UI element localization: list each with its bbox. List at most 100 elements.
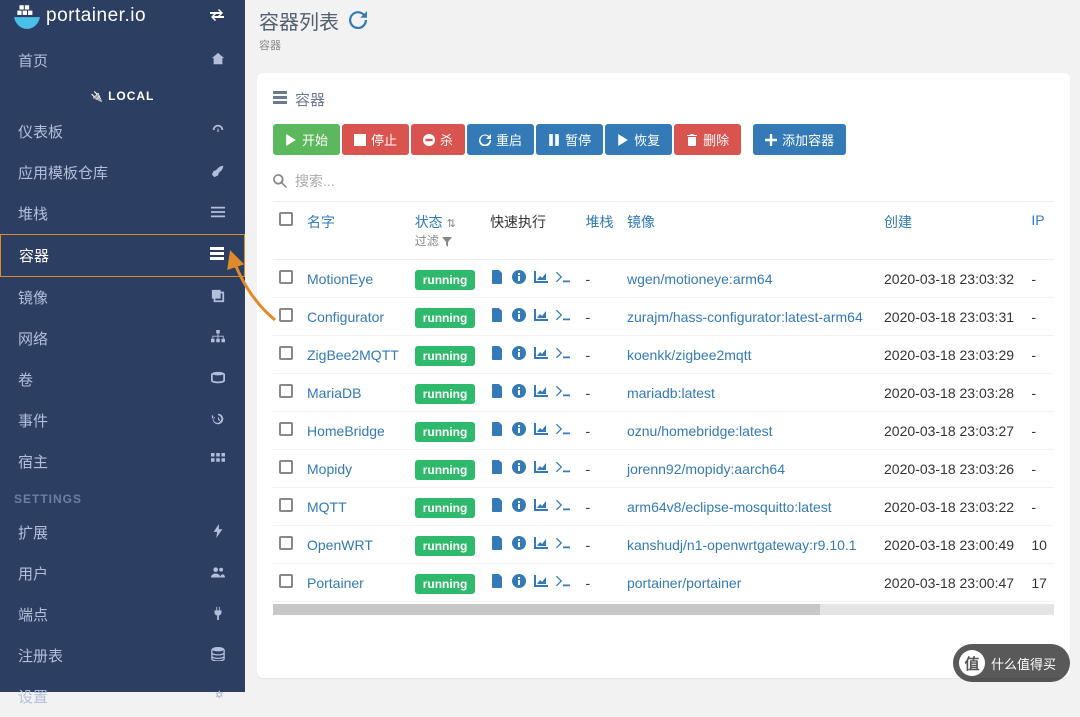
console-icon[interactable] (556, 270, 570, 287)
console-icon[interactable] (556, 498, 570, 515)
container-name-link[interactable]: Configurator (301, 298, 409, 336)
sidebar-item-rocket[interactable]: 应用模板仓库 (0, 152, 245, 193)
image-link[interactable]: zurajm/hass-configurator:latest-arm64 (621, 298, 878, 336)
row-checkbox[interactable] (279, 270, 293, 284)
row-checkbox[interactable] (279, 460, 293, 474)
col-ip[interactable]: IP (1025, 202, 1054, 260)
sidebar-item-users[interactable]: 用户 (0, 553, 245, 594)
inspect-icon[interactable] (512, 270, 526, 287)
logs-icon[interactable] (490, 270, 504, 287)
container-name-link[interactable]: HomeBridge (301, 412, 409, 450)
remove-button[interactable]: 删除 (674, 124, 741, 155)
container-name-link[interactable]: MQTT (301, 488, 409, 526)
sidebar-item-bolt[interactable]: 扩展 (0, 512, 245, 553)
col-created[interactable]: 创建 (878, 202, 1025, 260)
col-stack[interactable]: 堆栈 (580, 202, 621, 260)
search-input[interactable] (295, 173, 595, 189)
sidebar-item-list[interactable]: 堆栈 (0, 193, 245, 234)
console-icon[interactable] (556, 346, 570, 363)
sidebar-item-hdd[interactable]: 卷 (0, 359, 245, 400)
stop-button[interactable]: 停止 (342, 124, 409, 155)
image-link[interactable]: portainer/portainer (621, 564, 878, 602)
row-checkbox[interactable] (279, 422, 293, 436)
sidebar-item-home[interactable]: 首页 (0, 40, 245, 81)
console-icon[interactable] (556, 536, 570, 553)
start-button[interactable]: 开始 (273, 124, 340, 155)
stats-icon[interactable] (534, 460, 548, 477)
logs-icon[interactable] (490, 422, 504, 439)
image-link[interactable]: kanshudj/n1-openwrtgateway:r9.10.1 (621, 526, 878, 564)
console-icon[interactable] (556, 384, 570, 401)
sidebar-item-database[interactable]: 注册表 (0, 635, 245, 676)
swap-icon[interactable] (209, 7, 231, 26)
logs-icon[interactable] (490, 574, 504, 591)
console-icon[interactable] (556, 574, 570, 591)
horizontal-scrollbar[interactable] (273, 604, 1054, 615)
sidebar-item-bars[interactable]: 容器 (0, 234, 245, 277)
row-checkbox[interactable] (279, 346, 293, 360)
stats-icon[interactable] (534, 308, 548, 325)
container-name-link[interactable]: Portainer (301, 564, 409, 602)
inspect-icon[interactable] (512, 498, 526, 515)
sidebar-item-history[interactable]: 事件 (0, 400, 245, 441)
refresh-icon[interactable] (349, 13, 367, 33)
add-container-button[interactable]: 添加容器 (753, 124, 846, 155)
pause-button[interactable]: 暂停 (536, 124, 603, 155)
col-image[interactable]: 镜像 (621, 202, 878, 260)
inspect-icon[interactable] (512, 460, 526, 477)
image-link[interactable]: wgen/motioneye:arm64 (621, 260, 878, 298)
filter-icon[interactable] (442, 237, 452, 247)
row-checkbox[interactable] (279, 536, 293, 550)
container-name-link[interactable]: ZigBee2MQTT (301, 336, 409, 374)
sidebar-item-plug[interactable]: 端点 (0, 594, 245, 635)
sidebar-item-th[interactable]: 宿主 (0, 441, 245, 482)
image-link[interactable]: oznu/homebridge:latest (621, 412, 878, 450)
stats-icon[interactable] (534, 574, 548, 591)
container-name-link[interactable]: OpenWRT (301, 526, 409, 564)
restart-button[interactable]: 重启 (467, 124, 534, 155)
logs-icon[interactable] (490, 460, 504, 477)
sidebar-item-dashboard[interactable]: 仪表板 (0, 111, 245, 152)
row-checkbox[interactable] (279, 498, 293, 512)
sidebar-item-clone[interactable]: 镜像 (0, 277, 245, 318)
image-link[interactable]: mariadb:latest (621, 374, 878, 412)
col-name[interactable]: 名字 (301, 202, 409, 260)
image-link[interactable]: jorenn92/mopidy:aarch64 (621, 450, 878, 488)
console-icon[interactable] (556, 308, 570, 325)
inspect-icon[interactable] (512, 308, 526, 325)
inspect-icon[interactable] (512, 346, 526, 363)
stats-icon[interactable] (534, 422, 548, 439)
stats-icon[interactable] (534, 536, 548, 553)
inspect-icon[interactable] (512, 574, 526, 591)
console-icon[interactable] (556, 460, 570, 477)
row-checkbox[interactable] (279, 574, 293, 588)
row-checkbox[interactable] (279, 384, 293, 398)
sidebar-item-sitemap[interactable]: 网络 (0, 318, 245, 359)
resume-button[interactable]: 恢复 (605, 124, 672, 155)
container-name-link[interactable]: MariaDB (301, 374, 409, 412)
stats-icon[interactable] (534, 346, 548, 363)
container-name-link[interactable]: MotionEye (301, 260, 409, 298)
logs-icon[interactable] (490, 308, 504, 325)
stats-icon[interactable] (534, 270, 548, 287)
row-checkbox[interactable] (279, 308, 293, 322)
console-icon[interactable] (556, 422, 570, 439)
stats-icon[interactable] (534, 498, 548, 515)
select-all-checkbox[interactable] (279, 212, 293, 226)
logs-icon[interactable] (490, 346, 504, 363)
inspect-icon[interactable] (512, 422, 526, 439)
col-state[interactable]: 状态 ⇅过滤 (409, 202, 484, 260)
table-row: OpenWRTrunning-kanshudj/n1-openwrtgatewa… (273, 526, 1054, 564)
logs-icon[interactable] (490, 498, 504, 515)
logs-icon[interactable] (490, 384, 504, 401)
container-name-link[interactable]: Mopidy (301, 450, 409, 488)
image-link[interactable]: koenkk/zigbee2mqtt (621, 336, 878, 374)
sidebar-item-cogs[interactable]: 设置 (0, 676, 245, 717)
brand-logo[interactable]: portainer.io (0, 0, 245, 40)
inspect-icon[interactable] (512, 384, 526, 401)
image-link[interactable]: arm64v8/eclipse-mosquitto:latest (621, 488, 878, 526)
stats-icon[interactable] (534, 384, 548, 401)
kill-button[interactable]: 杀 (411, 124, 465, 155)
logs-icon[interactable] (490, 536, 504, 553)
inspect-icon[interactable] (512, 536, 526, 553)
